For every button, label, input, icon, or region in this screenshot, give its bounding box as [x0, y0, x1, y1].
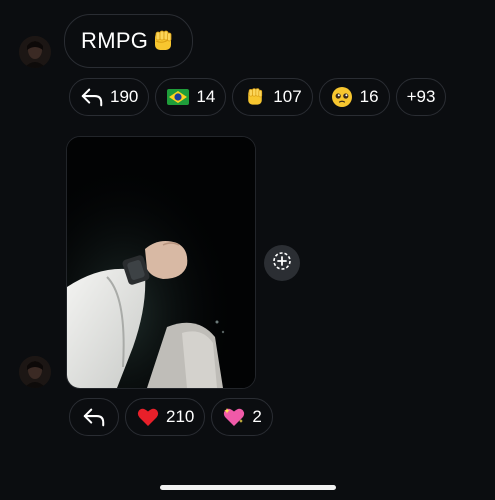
sparkling-heart-reaction-pill[interactable]: 2	[211, 398, 273, 436]
sparkling-heart-icon	[222, 405, 246, 429]
brazil-flag-icon	[166, 85, 190, 109]
reply-icon	[80, 85, 104, 109]
reaction-count: 190	[110, 87, 139, 106]
more-reactions-pill[interactable]: +93	[395, 78, 447, 116]
message-reactions: 190 14 107 16 +93	[69, 78, 447, 116]
more-reactions-count: +93	[406, 87, 436, 106]
home-indicator[interactable]	[160, 485, 336, 490]
photo-reactions: 210 2	[69, 398, 273, 436]
brazil-flag-reaction-pill[interactable]: 14	[155, 78, 227, 116]
add-circle-icon	[272, 251, 292, 276]
red-heart-icon	[136, 405, 160, 429]
reaction-count: 107	[273, 87, 302, 106]
sender-avatar[interactable]	[19, 36, 51, 68]
reaction-count: 16	[359, 87, 379, 106]
save-to-collection-button[interactable]	[264, 245, 300, 281]
photo-attachment[interactable]	[66, 136, 256, 389]
reply-icon	[82, 405, 106, 429]
pleading-face-icon	[330, 85, 354, 109]
reaction-count: 2	[252, 407, 262, 426]
reply-reaction-pill[interactable]: 190	[69, 78, 150, 116]
red-heart-reaction-pill[interactable]: 210	[125, 398, 206, 436]
pleading-face-reaction-pill[interactable]: 16	[318, 78, 390, 116]
fist-icon	[243, 85, 267, 109]
chat-screen: RMPG 190 14 107 16 +93 210 2	[0, 0, 495, 500]
message-bubble[interactable]: RMPG	[64, 14, 194, 68]
sender-avatar[interactable]	[19, 356, 51, 388]
reaction-count: 14	[196, 87, 216, 106]
raised-fist-emoji-icon	[150, 28, 176, 54]
reply-reaction-pill[interactable]	[69, 398, 119, 436]
fist-reaction-pill[interactable]: 107	[232, 78, 313, 116]
reaction-count: 210	[166, 407, 195, 426]
message-text: RMPG	[81, 28, 149, 53]
